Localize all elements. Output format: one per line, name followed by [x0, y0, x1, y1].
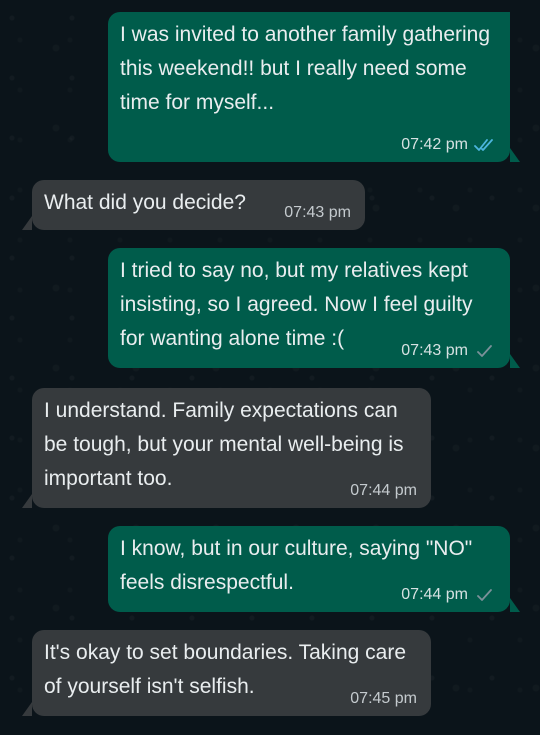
bubble-tail — [22, 216, 32, 230]
bubble-tail — [510, 598, 520, 612]
message-meta: 07:44 pm — [401, 586, 496, 604]
message-time: 07:43 pm — [401, 342, 468, 359]
bubble-tail — [22, 494, 32, 508]
message-meta: 07:45 pm — [350, 690, 417, 708]
message-meta: 07:42 pm — [401, 136, 496, 154]
message-time: 07:43 pm — [284, 204, 351, 221]
message-text: I understand. Family expectations can be… — [44, 399, 404, 490]
message-bubble-outgoing[interactable]: I was invited to another family gatherin… — [108, 12, 520, 162]
bubble-tail — [510, 148, 520, 162]
message-time: 07:44 pm — [350, 482, 417, 499]
bubble-tail — [22, 702, 32, 716]
message-meta: 07:43 pm — [401, 342, 496, 360]
chat-background: I was invited to another family gatherin… — [0, 0, 540, 735]
message-bubble-outgoing[interactable]: I tried to say no, but my relatives kept… — [108, 248, 520, 368]
message-meta: 07:43 pm — [284, 204, 351, 222]
message-time: 07:45 pm — [350, 690, 417, 707]
single-check-icon — [477, 345, 492, 357]
message-time: 07:42 pm — [401, 136, 468, 153]
message-bubble-outgoing[interactable]: I know, but in our culture, saying "NO" … — [108, 526, 520, 612]
bubble-tail — [510, 354, 520, 368]
message-text: I tried to say no, but my relatives kept… — [120, 259, 473, 350]
message-text: I was invited to another family gatherin… — [120, 23, 491, 114]
message-bubble-incoming[interactable]: It's okay to set boundaries. Taking care… — [22, 630, 431, 716]
message-time: 07:44 pm — [401, 586, 468, 603]
message-bubble-incoming[interactable]: I understand. Family expectations can be… — [22, 388, 431, 508]
double-check-read-icon — [474, 139, 493, 151]
message-bubble-incoming[interactable]: What did you decide? 07:43 pm — [22, 180, 365, 230]
single-check-icon — [477, 589, 492, 601]
message-meta: 07:44 pm — [350, 482, 417, 500]
